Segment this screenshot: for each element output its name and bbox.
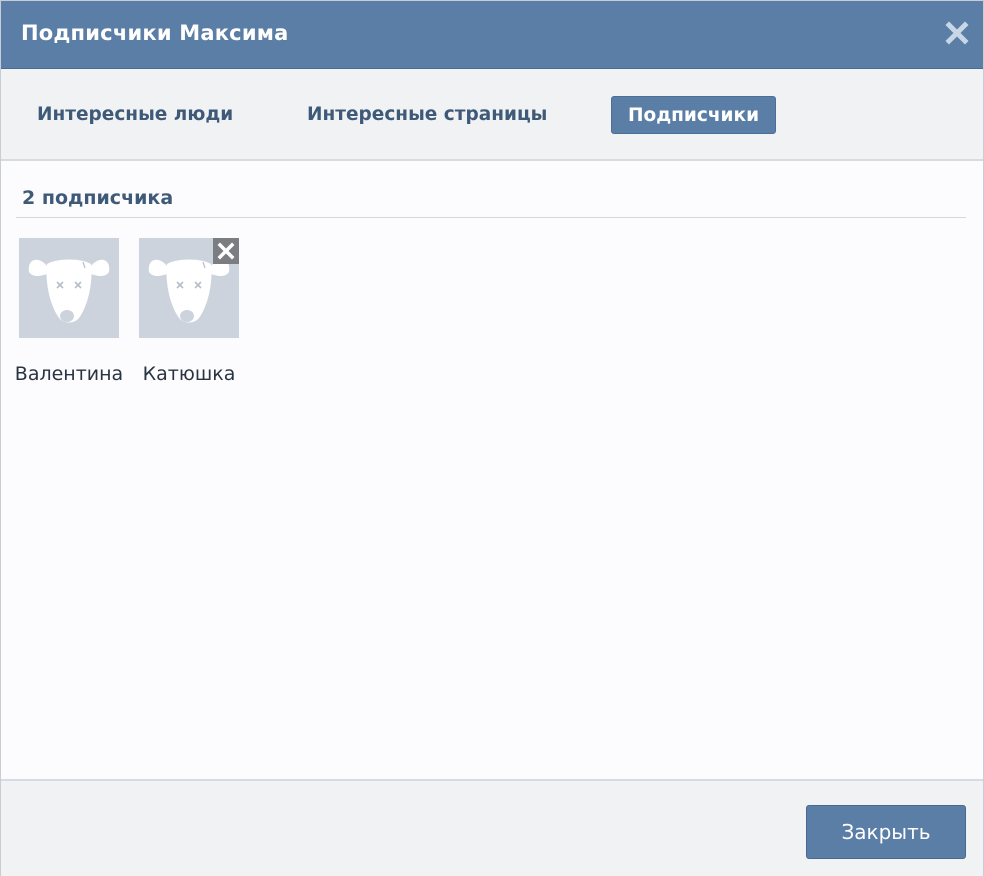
- subscriber-name[interactable]: Катюшка: [134, 363, 244, 385]
- subscribers-content: 2 подписчика Валентина Катюшка: [1, 161, 983, 779]
- default-avatar-icon[interactable]: [19, 238, 119, 338]
- tab-interesting-pages[interactable]: Интересные страницы: [307, 96, 547, 134]
- dialog-footer: Закрыть: [1, 779, 983, 876]
- dialog-title: Подписчики Максима: [21, 21, 289, 45]
- remove-subscriber-icon[interactable]: [213, 238, 239, 264]
- tab-subscribers[interactable]: Подписчики: [611, 96, 777, 134]
- subscriber-item[interactable]: Валентина: [14, 238, 124, 385]
- subscriber-item[interactable]: Катюшка: [134, 238, 244, 385]
- subscribers-count: 2 подписчика: [22, 187, 174, 209]
- subscriber-name[interactable]: Валентина: [14, 363, 124, 385]
- dialog-titlebar: Подписчики Максима: [1, 1, 983, 69]
- tab-interesting-people[interactable]: Интересные люди: [37, 96, 233, 134]
- close-button[interactable]: Закрыть: [806, 805, 966, 859]
- divider: [16, 217, 966, 218]
- subscribers-dialog: Подписчики Максима Интересные люди Интер…: [0, 0, 984, 876]
- close-icon[interactable]: [943, 19, 971, 47]
- tab-bar: Интересные люди Интересные страницы Подп…: [1, 69, 983, 161]
- default-avatar-icon[interactable]: [139, 238, 239, 338]
